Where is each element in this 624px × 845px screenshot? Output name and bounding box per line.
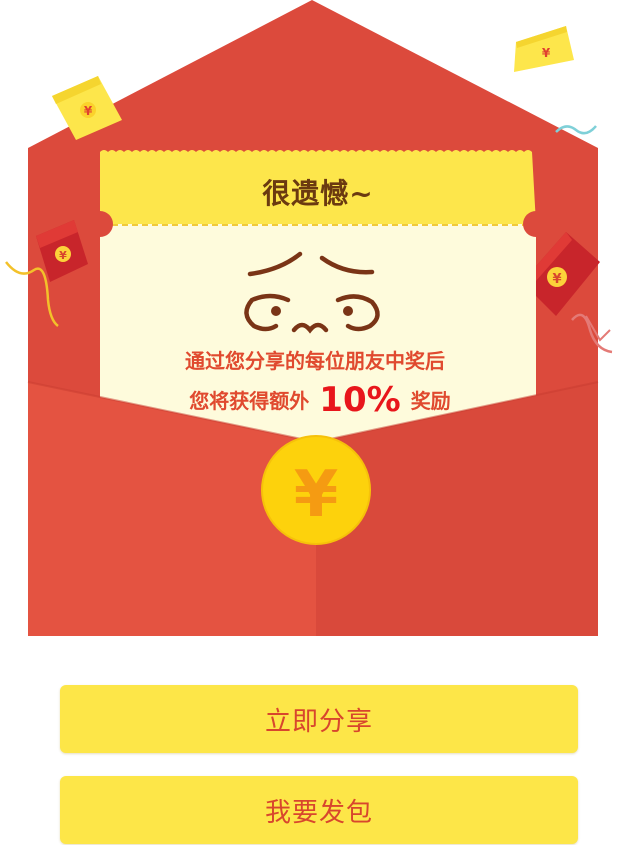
mini-envelope-right-symbol: ¥ [552,272,561,287]
mini-envelope-left-symbol: ¥ [59,249,67,262]
message-line1: 通过您分享的每位朋友中奖后 [185,349,445,373]
red-envelope-scene: ¥ ¥ ¥ ¥ ¥ 很遗憾~ 通过您分享的每位朋友中奖后 您将获得额外 10% … [0,0,624,845]
coin-icon: ¥ [261,435,371,545]
ticket-title: 很遗憾~ [262,177,374,210]
message-line2: 您将获得额外 10% 奖励 [120,380,520,420]
confetti-ticket-right-icon: ¥ [514,26,574,72]
bonus-percent: 10% [319,380,401,420]
ticket-notch-left [87,211,113,237]
message-line2-prefix: 您将获得额外 [189,389,310,413]
confetti-ticket-left-symbol: ¥ [84,104,93,118]
confetti-ticket-right-symbol: ¥ [542,46,551,60]
ticket-notch-right [523,211,549,237]
share-now-button[interactable]: 立即分享 [60,685,578,753]
message-line2-suffix: 奖励 [410,389,451,413]
coin-symbol: ¥ [294,458,339,532]
send-red-packet-button[interactable]: 我要发包 [60,776,578,844]
